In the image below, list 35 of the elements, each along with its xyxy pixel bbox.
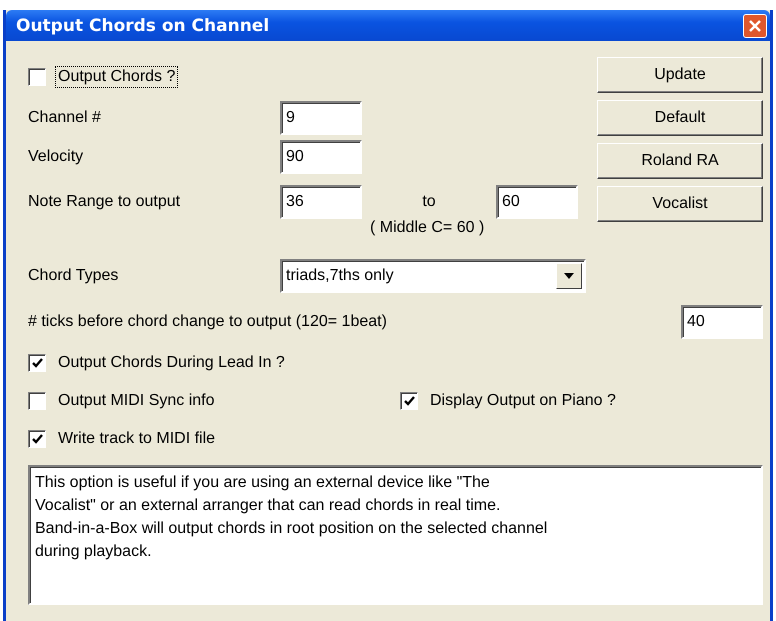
input-field[interactable]: 60 [496,185,578,219]
checkmark-icon [404,396,414,406]
field-label: Note Range to output [28,193,182,211]
dialog-button[interactable]: Roland RA [597,143,763,179]
checkmark-icon [32,358,42,368]
checkbox-label[interactable]: Output Chords During Lead In ? [56,353,287,373]
checkbox[interactable] [400,392,418,410]
checkbox[interactable] [28,354,46,372]
dialog-button[interactable]: Default [597,100,763,136]
input-field[interactable]: 36 [280,185,362,219]
input-field[interactable]: 9 [280,101,362,135]
chord-types-dropdown[interactable]: triads,7ths only [280,259,586,293]
dialog-button[interactable]: Update [597,57,763,93]
checkmark-icon [32,434,42,444]
window-title: Output Chords on Channel [16,16,270,36]
close-icon [748,18,762,32]
checkbox[interactable] [28,68,46,86]
hint-text: ( Middle C= 60 ) [370,219,484,238]
input-field[interactable]: 90 [280,140,362,174]
dialog-button[interactable]: Vocalist [597,186,763,222]
checkbox[interactable] [28,430,46,448]
checkbox[interactable] [28,392,46,410]
checkbox-label[interactable]: Write track to MIDI file [56,429,218,449]
field-label: Velocity [28,148,84,166]
ticks-label: # ticks before chord change to output (120= 1beat) [28,313,387,331]
separator-label: to [421,193,437,211]
checkbox-label[interactable]: Display Output on Piano ? [428,391,618,411]
checkbox-label[interactable]: Output MIDI Sync info [56,391,217,411]
dropdown-arrow-icon [564,273,574,279]
field-label: Chord Types [28,267,120,285]
close-button[interactable] [743,14,767,38]
field-label: Channel # [28,109,102,127]
checkbox-label[interactable]: Output Chords ? [56,67,178,87]
description-text: This option is useful if you are using an external device like "The Vocalist" or an external arranger that can read chords in real time. Band-in-a-Box will output chords in root position on the selected channel during playback. [28,465,763,605]
ticks-field[interactable]: 40 [681,305,763,339]
